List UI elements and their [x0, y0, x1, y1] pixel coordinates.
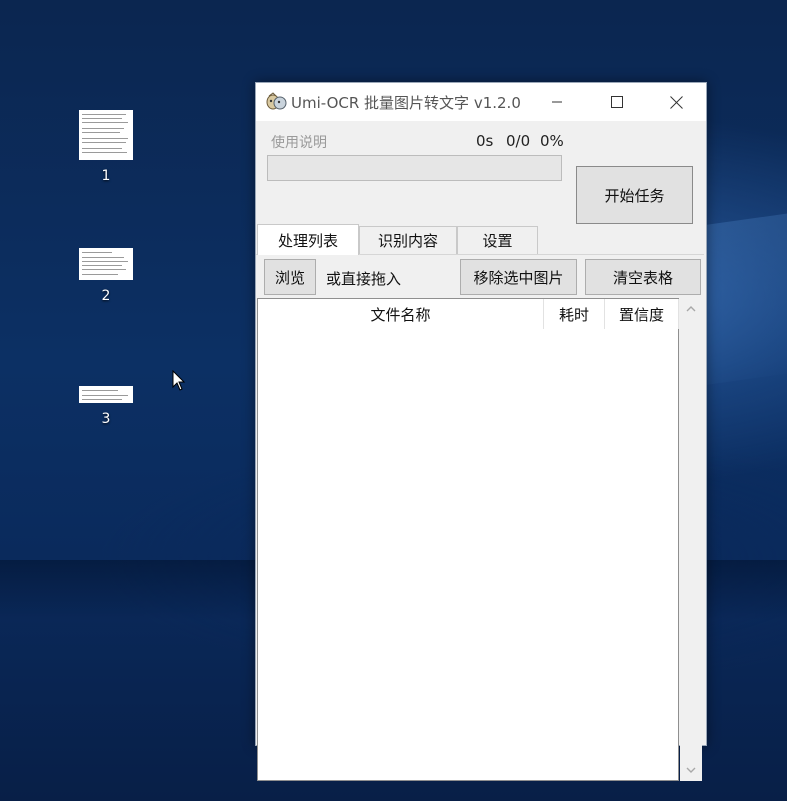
desktop-file-label: 2: [101, 288, 111, 304]
window-client-area: 使用说明 0s 0/0 0% 开始任务 处理列表 识别内容 设置 浏览 或直接拖…: [256, 121, 706, 781]
tab-settings[interactable]: 设置: [457, 226, 538, 254]
browse-button[interactable]: 浏览: [264, 259, 316, 295]
column-header-confidence[interactable]: 置信度: [605, 299, 679, 329]
desktop-file-3[interactable]: 3: [76, 386, 136, 427]
minimize-button[interactable]: [528, 83, 586, 121]
umi-ocr-window: Umi-OCR 批量图片转文字 v1.2.0 使用说明 0s 0/0 0% 开始…: [255, 82, 707, 781]
remove-selected-button[interactable]: 移除选中图片: [460, 259, 577, 295]
close-button[interactable]: [647, 83, 705, 121]
minimize-icon: [552, 101, 562, 103]
process-list-panel: 浏览 或直接拖入 移除选中图片 清空表格 文件名称 耗时 置信度: [256, 254, 704, 781]
close-icon: [669, 95, 683, 109]
desktop-file-label: 1: [101, 168, 111, 184]
progress-percent: 0%: [540, 132, 564, 150]
clear-table-button[interactable]: 清空表格: [585, 259, 701, 295]
desktop-file-2[interactable]: 2: [76, 248, 136, 304]
title-bar[interactable]: Umi-OCR 批量图片转文字 v1.2.0: [256, 83, 706, 121]
progress-bar: [267, 155, 562, 181]
column-header-duration[interactable]: 耗时: [544, 299, 605, 329]
drop-hint: 或直接拖入: [326, 270, 402, 288]
help-link[interactable]: 使用说明: [271, 132, 327, 152]
vertical-scrollbar[interactable]: [680, 298, 702, 781]
file-thumbnail: [79, 248, 133, 280]
mouse-cursor-icon: [172, 370, 186, 391]
tab-process-list[interactable]: 处理列表: [257, 224, 359, 255]
tab-recognized-content[interactable]: 识别内容: [359, 226, 457, 254]
desktop-file-1[interactable]: 1: [76, 110, 136, 184]
maximize-button[interactable]: [588, 83, 646, 121]
column-header-filename[interactable]: 文件名称: [258, 299, 544, 329]
elapsed-time: 0s: [476, 132, 494, 150]
processed-count: 0/0: [506, 132, 531, 150]
window-title: Umi-OCR 批量图片转文字 v1.2.0: [291, 94, 521, 112]
scroll-up-arrow-icon[interactable]: [686, 304, 696, 314]
desktop-file-label: 3: [101, 411, 111, 427]
file-thumbnail: [79, 386, 133, 403]
start-task-button[interactable]: 开始任务: [576, 166, 693, 224]
app-logo-icon: [266, 92, 287, 110]
file-thumbnail: [79, 110, 133, 160]
table-header: 文件名称 耗时 置信度: [258, 299, 679, 329]
scroll-down-arrow-icon[interactable]: [686, 765, 696, 775]
file-table[interactable]: 文件名称 耗时 置信度: [257, 298, 679, 781]
maximize-icon: [611, 96, 623, 108]
